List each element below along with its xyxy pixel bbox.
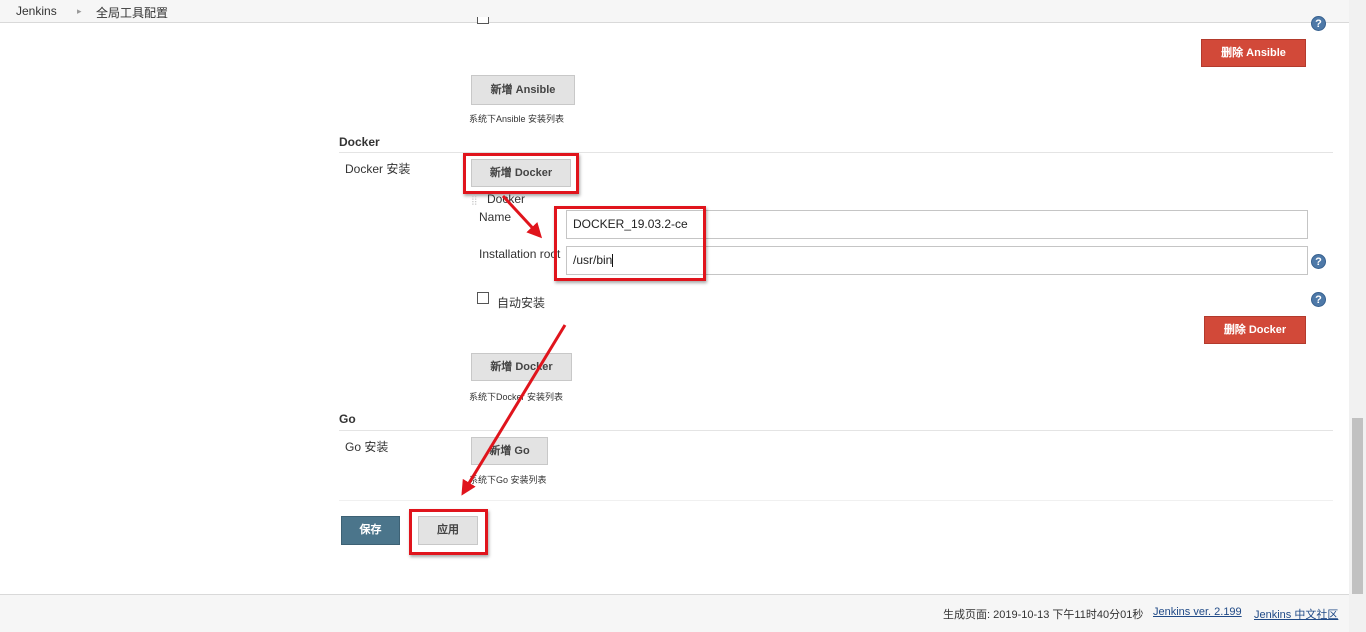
arrow-to-apply: [461, 324, 567, 496]
footer-generated: 生成页面: 2019-10-13 下午11时40分01秒: [943, 609, 1144, 621]
vertical-scrollbar[interactable]: [1349, 0, 1366, 632]
footer-community-link[interactable]: Jenkins 中文社区: [1254, 606, 1338, 622]
annotation-arrows: [461, 194, 567, 496]
footer-version-link[interactable]: Jenkins ver. 2.199: [1153, 606, 1242, 618]
footer: 生成页面: 2019-10-13 下午11时40分01秒 Jenkins ver…: [0, 594, 1349, 632]
scrollbar-thumb[interactable]: [1352, 418, 1363, 594]
arrow-to-inputs: [501, 194, 543, 239]
